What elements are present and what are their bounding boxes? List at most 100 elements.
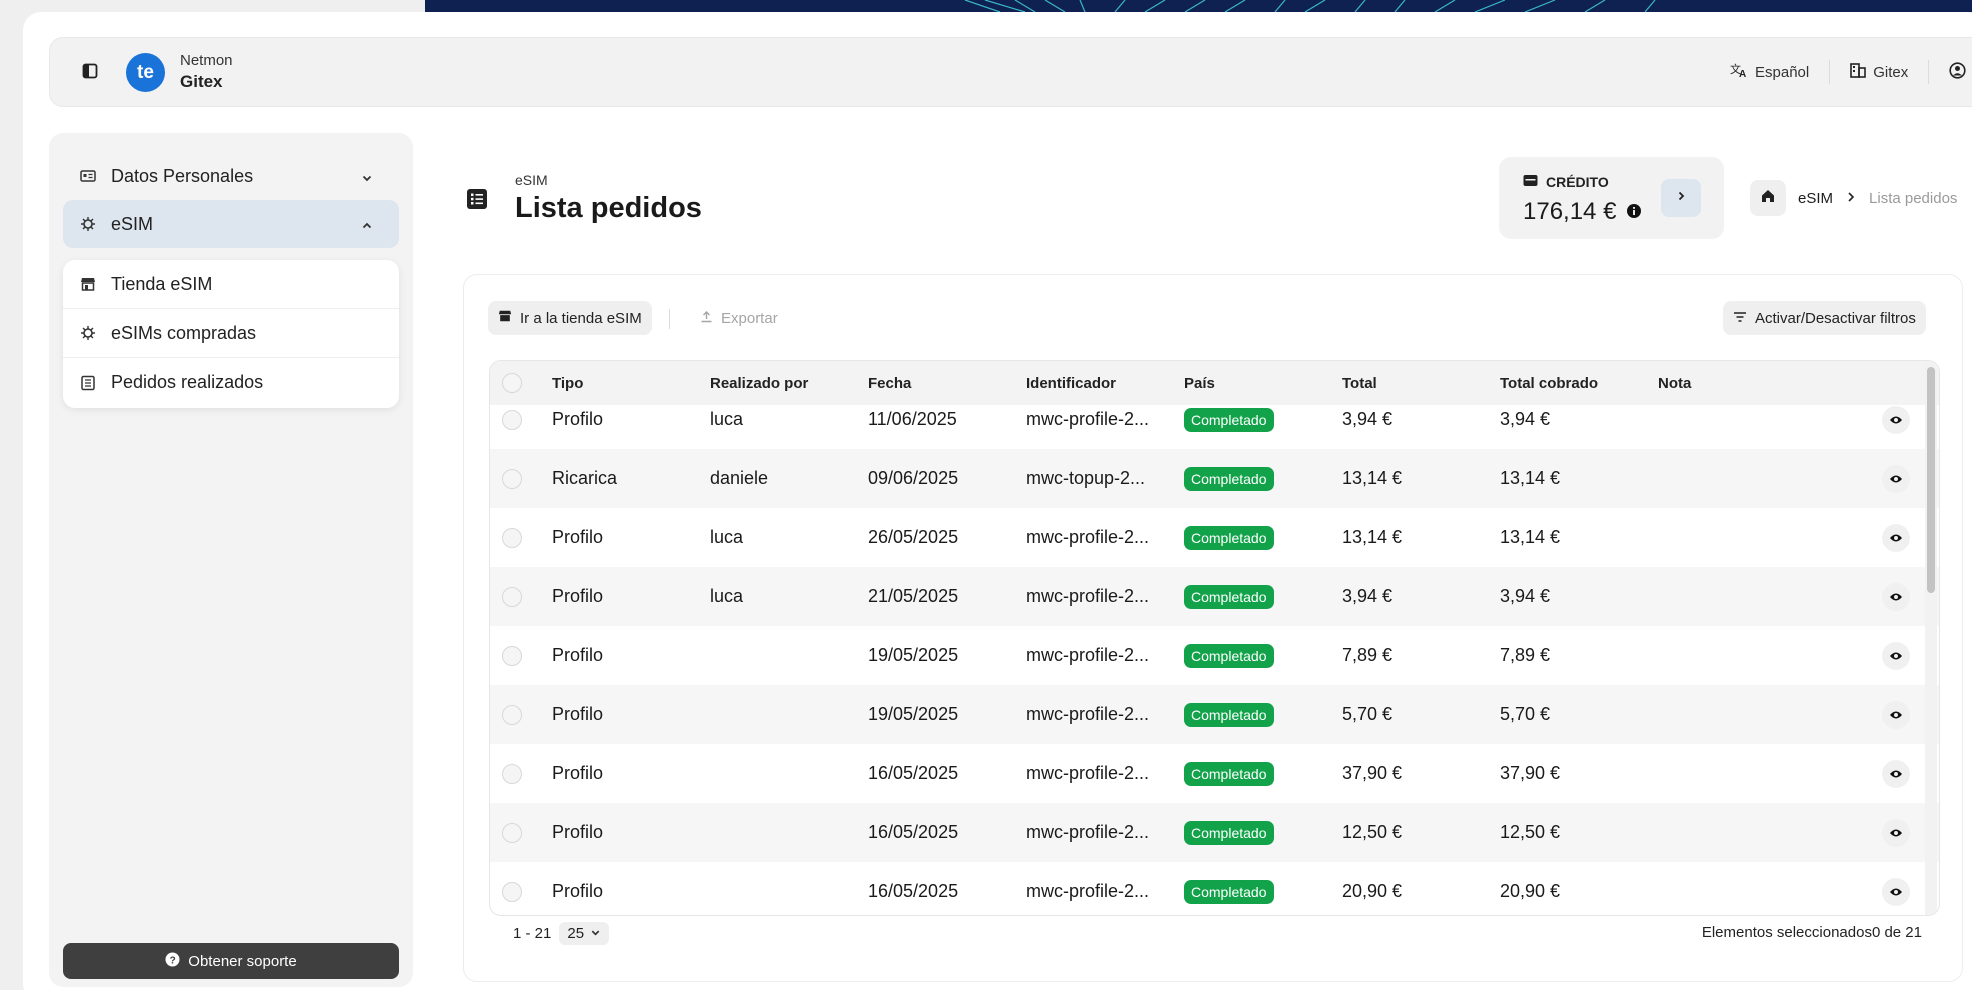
sidebar-item-tienda-esim[interactable]: Tienda eSIM (63, 260, 399, 309)
view-order-button[interactable] (1882, 449, 1910, 508)
submenu-item-label: Pedidos realizados (111, 372, 264, 392)
table-row[interactable]: Profilo luca 11/06/2025 mwc-profile-2... 3,9… (490, 390, 1939, 449)
toggle-filters-button[interactable]: Activar/Desactivar filtros (1723, 301, 1926, 335)
page-size-select[interactable]: 25 (559, 922, 610, 945)
row-checkbox[interactable] (502, 685, 522, 744)
eye-icon (1882, 582, 1910, 611)
page-title: Lista pedidos (515, 192, 702, 224)
checkbox-circle (502, 763, 522, 784)
upload-icon (700, 310, 713, 327)
page-kicker: eSIM (515, 172, 548, 188)
table-row[interactable]: Profilo 16/05/2025 mwc-profile-2... 12,50 €… (490, 803, 1939, 862)
checkbox-circle (502, 409, 522, 430)
pagination-range: 1 - 21 (513, 925, 552, 942)
row-checkbox[interactable] (502, 744, 522, 803)
go-to-store-label: Ir a la tienda eSIM (520, 309, 642, 327)
status-badge: Completado (1184, 879, 1274, 904)
chip-icon (79, 324, 97, 342)
cell-pais: Completado (1184, 744, 1274, 803)
row-checkbox[interactable] (502, 803, 522, 862)
cell-total-cobrado: 13,14 € (1500, 468, 1561, 488)
cell-total-cobrado: 3,94 € (1500, 586, 1551, 606)
cell-pais: Completado (1184, 390, 1274, 449)
view-order-button[interactable] (1882, 803, 1910, 862)
sidebar-item-esim[interactable]: eSIM (63, 200, 399, 248)
sidebar-toggle-button[interactable] (80, 63, 100, 83)
row-checkbox[interactable] (502, 626, 522, 685)
home-button[interactable] (1750, 180, 1786, 216)
cell-identificador: mwc-topup-2... (1026, 468, 1146, 488)
view-order-button[interactable] (1882, 744, 1910, 803)
user-menu-button[interactable] (1929, 60, 1972, 84)
sidebar-item-esims-compradas[interactable]: eSIMs compradas (63, 309, 399, 358)
table-row[interactable]: Ricarica daniele 09/06/2025 mwc-topup-2... 1… (490, 449, 1939, 508)
view-order-button[interactable] (1882, 685, 1910, 744)
checkbox-circle (502, 822, 522, 843)
info-icon[interactable] (1626, 198, 1642, 226)
table-row[interactable]: Profilo 19/05/2025 mwc-profile-2... 5,70 € 5… (490, 685, 1939, 744)
view-order-button[interactable] (1882, 862, 1910, 915)
status-badge: Completado (1184, 820, 1274, 845)
cell-identificador: mwc-profile-2... (1026, 822, 1150, 842)
view-order-button[interactable] (1882, 390, 1910, 449)
id-card-icon (79, 167, 97, 185)
company-selector[interactable]: Gitex (1830, 60, 1930, 84)
cell-total-cobrado: 20,90 € (1500, 881, 1561, 901)
checkbox-circle (502, 881, 522, 902)
translate-icon: 文A (1730, 62, 1748, 82)
credit-details-button[interactable] (1661, 179, 1701, 217)
list-icon (466, 188, 488, 215)
cell-fecha: 11/06/2025 (868, 409, 957, 429)
submenu-item-label: eSIMs compradas (111, 322, 257, 343)
cell-pais: Completado (1184, 862, 1274, 915)
row-checkbox[interactable] (502, 508, 522, 567)
go-to-store-button[interactable]: Ir a la tienda eSIM (488, 301, 652, 335)
cell-tipo: Profilo (552, 586, 604, 606)
company-label: Gitex (1873, 63, 1909, 81)
cell-total-cobrado: 3,94 € (1500, 409, 1551, 429)
cell-total: 12,50 € (1342, 822, 1403, 842)
checkbox-circle (502, 527, 522, 548)
table-row[interactable]: Profilo 16/05/2025 mwc-profile-2... 20,90 €… (490, 862, 1939, 915)
cell-total-cobrado: 7,89 € (1500, 645, 1551, 665)
cell-realizado-por: daniele (710, 468, 769, 488)
chip-icon (79, 215, 97, 233)
language-selector[interactable]: 文A Español (1710, 60, 1831, 84)
get-support-button[interactable]: ? Obtener soporte (63, 943, 399, 979)
sidebar-item-label: Datos Personales (111, 165, 254, 186)
store-icon (498, 309, 512, 327)
sidebar-item-pedidos-realizados[interactable]: Pedidos realizados (63, 358, 399, 407)
view-order-button[interactable] (1882, 626, 1910, 685)
org-logo: te (126, 53, 165, 92)
row-checkbox[interactable] (502, 862, 522, 915)
sidebar-toggle-icon (82, 63, 98, 84)
table-row[interactable]: Profilo 16/05/2025 mwc-profile-2... 37,90 €… (490, 744, 1939, 803)
view-order-button[interactable] (1882, 508, 1910, 567)
user-circle-icon (1949, 61, 1966, 83)
export-button[interactable]: Exportar (692, 301, 786, 335)
table-row[interactable]: Profilo luca 26/05/2025 mwc-profile-2... 13,… (490, 508, 1939, 567)
table-row[interactable]: Profilo 19/05/2025 mwc-profile-2... 7,89 € 7… (490, 626, 1939, 685)
svg-text:?: ? (170, 955, 176, 966)
wallet-icon (1523, 174, 1538, 190)
cell-tipo: Profilo (552, 645, 604, 665)
eye-icon (1882, 700, 1910, 729)
checkbox-circle (502, 704, 522, 725)
export-label: Exportar (721, 309, 778, 327)
cell-total: 7,89 € (1342, 645, 1393, 665)
row-checkbox[interactable] (502, 390, 522, 449)
chevron-down-icon (361, 168, 373, 189)
table-row[interactable]: Profilo luca 21/05/2025 mwc-profile-2... 3,9… (490, 567, 1939, 626)
esim-submenu: Tienda eSIM eSIMs compradas Pedidos real… (63, 260, 399, 408)
sidebar-item-label: eSIM (111, 213, 154, 234)
cell-identificador: mwc-profile-2... (1026, 409, 1150, 429)
row-checkbox[interactable] (502, 449, 522, 508)
view-order-button[interactable] (1882, 567, 1910, 626)
checkbox-circle (502, 645, 522, 666)
breadcrumb-parent[interactable]: eSIM (1798, 190, 1833, 207)
row-checkbox[interactable] (502, 567, 522, 626)
table-scroll-thumb[interactable] (1927, 367, 1935, 593)
building-icon (1850, 62, 1867, 82)
sidebar-item-datos-personales[interactable]: Datos Personales (63, 152, 399, 200)
cell-fecha: 19/05/2025 (868, 645, 959, 665)
